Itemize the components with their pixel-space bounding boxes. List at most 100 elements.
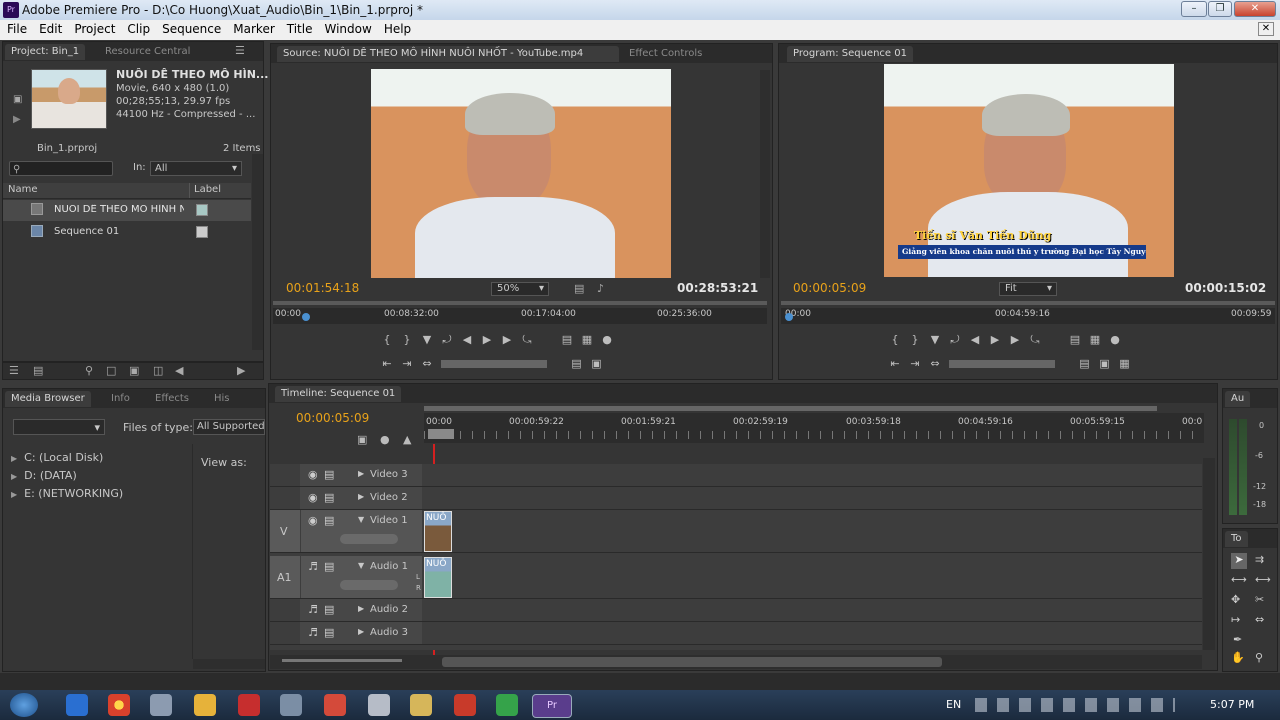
media-scrollbar[interactable] — [193, 659, 265, 669]
source-patch-v[interactable]: V — [280, 525, 288, 538]
zoom-tool-icon[interactable]: ⚲ — [1255, 651, 1263, 664]
work-area-bar[interactable] — [428, 429, 454, 439]
poster-frame-icon[interactable]: ▣ — [13, 94, 22, 105]
loop-icon[interactable]: ⇥ — [397, 357, 417, 370]
list-item[interactable]: NUÔI DÊ THEO MÔ HÌNH N — [3, 200, 251, 221]
label-swatch[interactable] — [196, 226, 208, 238]
menu-sequence[interactable]: Sequence — [155, 20, 226, 36]
tab-tools[interactable]: To — [1225, 531, 1248, 547]
language-indicator[interactable]: EN — [946, 698, 961, 711]
scroll-left-icon[interactable]: ◀ — [175, 364, 183, 377]
clock[interactable]: 5:07 PM — [1210, 698, 1254, 711]
minimize-button[interactable]: – — [1181, 1, 1207, 17]
rate-stretch-tool-icon[interactable]: ✥ — [1231, 593, 1240, 606]
compare-icon[interactable]: ▣ — [1095, 357, 1115, 370]
jog-shuttle[interactable] — [440, 360, 547, 368]
menu-edit[interactable]: Edit — [32, 20, 67, 36]
list-view-icon[interactable]: ☰ — [9, 364, 19, 377]
tab-info[interactable]: Info — [105, 391, 136, 407]
go-to-in-icon[interactable]: ⤾ — [945, 333, 965, 347]
expand-icon[interactable]: ▶ — [358, 469, 364, 478]
step-forward-icon[interactable]: ▶ — [497, 333, 517, 346]
play-thumbnail-icon[interactable]: ▶ — [13, 114, 21, 125]
restore-button[interactable]: ❐ — [1208, 1, 1232, 17]
zoom-slider[interactable] — [282, 659, 402, 662]
jog-shuttle[interactable] — [948, 360, 1055, 368]
export-icon[interactable]: ● — [597, 333, 617, 346]
source-patch-a1[interactable]: A1 — [277, 571, 292, 584]
step-back-icon[interactable]: ◀ — [457, 333, 477, 346]
audio-clip[interactable]: NUÔ — [424, 557, 452, 598]
tab-source[interactable]: Source: NUÔI DÊ THEO MÔ HÌNH NUÔI NHỐT -… — [277, 46, 619, 62]
menu-project[interactable]: Project — [67, 20, 120, 36]
sequence-marker-icon[interactable]: ▲ — [403, 433, 411, 446]
play-icon[interactable]: ▶ — [477, 333, 497, 346]
app-icon[interactable] — [496, 694, 518, 716]
menu-window[interactable]: Window — [317, 20, 376, 36]
collapse-icon[interactable]: ▼ — [358, 561, 364, 570]
program-zoom-bar[interactable] — [781, 301, 1275, 305]
drive-item[interactable]: ▶ D: (DATA) — [11, 469, 77, 482]
export-frame-icon[interactable]: ▤ — [574, 282, 584, 295]
tab-timeline[interactable]: Timeline: Sequence 01 — [275, 386, 402, 402]
track-select-tool-icon[interactable]: ⇉ — [1255, 553, 1264, 566]
mark-out-icon[interactable]: } — [905, 333, 925, 346]
sync-lock-icon[interactable]: ▤ — [324, 626, 334, 639]
speaker-icon[interactable]: ♬ — [308, 560, 318, 573]
panel-menu-icon[interactable]: ☰ — [235, 44, 245, 57]
search-input[interactable]: ⚲ — [9, 161, 113, 176]
program-timecode[interactable]: 00:00:05:09 — [793, 281, 866, 295]
tab-resource-central[interactable]: Resource Central — [99, 44, 196, 60]
tab-history[interactable]: His — [208, 391, 236, 407]
play-icon[interactable]: ▶ — [985, 333, 1005, 346]
tab-project[interactable]: Project: Bin_1 — [5, 44, 86, 60]
column-label[interactable]: Label — [194, 184, 221, 195]
trim-icon[interactable]: ▤ — [1075, 357, 1095, 370]
lift-icon[interactable]: ▤ — [1065, 333, 1085, 346]
eye-icon[interactable]: ◉ — [308, 514, 318, 527]
speaker-icon[interactable]: ♬ — [308, 626, 318, 639]
timeline-zoom-bar[interactable] — [424, 406, 1157, 411]
play-in-to-out-icon[interactable]: ⇤ — [885, 357, 905, 370]
overwrite-icon[interactable]: ▦ — [577, 333, 597, 346]
column-name[interactable]: Name — [8, 184, 38, 195]
go-to-out-icon[interactable]: ⤿ — [517, 333, 537, 347]
tab-media-browser[interactable]: Media Browser — [5, 391, 91, 407]
selection-tool-icon[interactable]: ➤ — [1231, 553, 1247, 569]
grid-icon[interactable]: ▦ — [1115, 357, 1135, 370]
pen-tool-icon[interactable]: ✒ — [1233, 633, 1242, 646]
slide-tool-icon[interactable]: ⇔ — [1255, 613, 1264, 626]
menu-file[interactable]: File — [0, 20, 32, 36]
trim-icon[interactable]: ▤ — [567, 357, 587, 370]
sync-lock-icon[interactable]: ▤ — [324, 491, 334, 504]
ripple-edit-tool-icon[interactable]: ⟷ — [1231, 573, 1247, 586]
files-of-type-select[interactable]: All Supported — [193, 419, 265, 435]
safe-margins-icon[interactable]: ⇔ — [925, 357, 945, 370]
extract-icon[interactable]: ▦ — [1085, 333, 1105, 346]
program-ruler[interactable]: 00:00 00:04:59:16 00:09:59 — [781, 308, 1275, 324]
source-timecode[interactable]: 00:01:54:18 — [286, 281, 359, 295]
menu-title[interactable]: Title — [280, 20, 318, 36]
project-scrollbar[interactable] — [252, 154, 263, 350]
sync-lock-icon[interactable]: ▤ — [324, 560, 334, 573]
label-swatch[interactable] — [196, 204, 208, 216]
tab-audio-meters[interactable]: Au — [1225, 391, 1251, 407]
chrome-icon[interactable] — [108, 694, 130, 716]
insert-icon[interactable]: ▤ — [557, 333, 577, 346]
scroll-right-icon[interactable]: ▶ — [237, 364, 245, 377]
app-icon[interactable] — [324, 694, 346, 716]
keyframe-control[interactable] — [340, 580, 398, 590]
close-button[interactable]: ✕ — [1234, 1, 1276, 17]
collapse-icon[interactable]: ▼ — [358, 515, 364, 524]
play-in-to-out-icon[interactable]: ⇤ — [377, 357, 397, 370]
timeline-timecode[interactable]: 00:00:05:09 — [296, 411, 369, 425]
add-marker-icon[interactable]: ▼ — [417, 333, 437, 346]
app-icon[interactable] — [280, 694, 302, 716]
slip-tool-icon[interactable]: ↦ — [1231, 613, 1240, 626]
export-icon[interactable]: ● — [1105, 333, 1125, 346]
app-icon[interactable] — [150, 694, 172, 716]
eye-icon[interactable]: ◉ — [308, 468, 318, 481]
location-select[interactable]: ▾ — [13, 419, 105, 435]
drive-item[interactable]: ▶ E: (NETWORKING) — [11, 487, 123, 500]
find-icon[interactable]: ⚲ — [85, 364, 93, 377]
